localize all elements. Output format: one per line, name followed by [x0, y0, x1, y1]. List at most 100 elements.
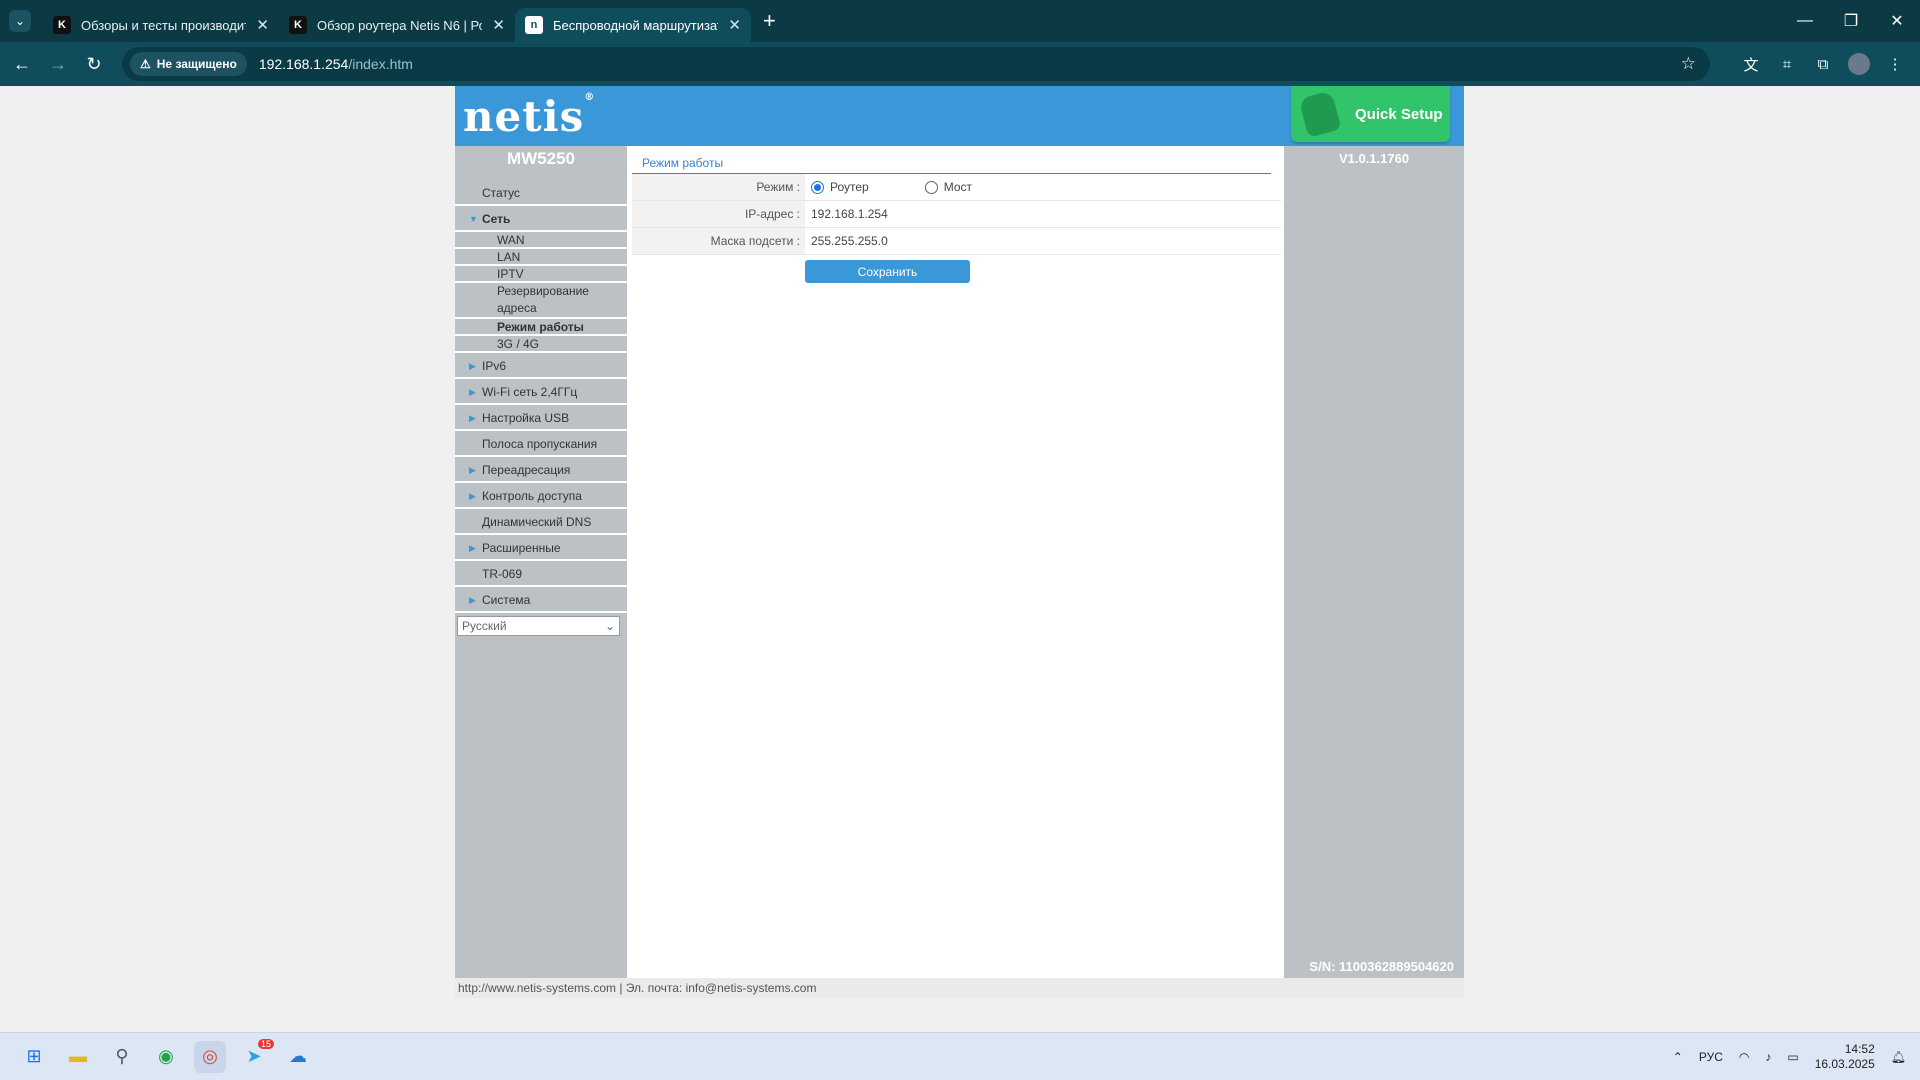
footer: http://www.netis-systems.com | Эл. почта… — [455, 978, 1464, 998]
chevron-right-icon: ▶ — [469, 491, 476, 501]
url-host: 192.168.1.254 — [258, 56, 349, 72]
menu-tr069[interactable]: TR-069 — [455, 561, 627, 587]
restore-icon[interactable]: ❐ — [1828, 0, 1874, 42]
menu-forwarding[interactable]: ▶ Переадресация — [455, 457, 627, 483]
notification-bell-icon[interactable]: 🔔︎ — [1891, 1050, 1906, 1064]
tab-search-button[interactable]: ⌄ — [9, 10, 31, 32]
tab-favicon: K — [53, 16, 71, 34]
ip-label: IP-адрес : — [632, 201, 805, 227]
close-icon[interactable]: ✕ — [256, 16, 269, 34]
quick-setup-button[interactable]: Quick Setup — [1291, 86, 1450, 142]
clock[interactable]: 14:52 16.03.2025 — [1815, 1042, 1875, 1072]
search-app-icon[interactable]: ⚲ — [106, 1041, 138, 1073]
taskbar: ⊞ ▬ ⚲ ◉ ◎ ➤ 15 ☁ ⌃ РУС ◠ ♪ ▭ 14:52 16.03.… — [0, 1032, 1920, 1080]
security-label: Не защищено — [156, 57, 237, 71]
mask-row: Маска подсети : 255.255.255.0 — [632, 228, 1281, 255]
telegram-icon[interactable]: ➤ 15 — [238, 1038, 274, 1073]
window-close-icon[interactable]: ✕ — [1874, 0, 1920, 42]
date: 16.03.2025 — [1814, 1057, 1875, 1071]
file-explorer-icon[interactable]: ▬ — [62, 1041, 94, 1073]
radio-router-label[interactable]: Роутер — [830, 180, 869, 194]
input-language[interactable]: РУС — [1699, 1050, 1723, 1064]
time: 14:52 — [1844, 1042, 1875, 1056]
minimize-icon[interactable]: — — [1782, 0, 1828, 42]
submenu-address-reservation[interactable]: Резервирование адреса — [455, 283, 627, 319]
section-title: Режим работы — [632, 152, 1271, 174]
security-chip[interactable]: ⚠ Не защищено — [130, 52, 247, 76]
cloud-app-icon[interactable]: ☁ — [282, 1041, 314, 1073]
submenu-lan[interactable]: LAN — [455, 249, 627, 266]
language-select[interactable]: Русский ⌄ — [457, 616, 620, 636]
back-icon[interactable]: ← — [4, 54, 40, 75]
tab-title: Беспроводной маршрутизатор — [553, 17, 718, 33]
close-icon[interactable]: ✕ — [492, 16, 505, 34]
sidebar: MW5250 Статус ▼ Сеть WAN LAN IPTV Резерви… — [455, 146, 627, 978]
menu-access-control[interactable]: ▶ Контроль доступа — [455, 483, 627, 509]
extension-icon[interactable]: ⌗ — [1776, 53, 1798, 75]
reload-icon[interactable]: ↻ — [76, 54, 112, 75]
chrome-icon[interactable]: ◎ — [194, 1040, 226, 1073]
hand-icon — [1298, 90, 1342, 138]
router-header: netis® Quick Setup — [455, 86, 1464, 146]
ip-value: 192.168.1.254 — [811, 207, 888, 221]
chevron-up-icon[interactable]: ⌃ — [1673, 1050, 1683, 1064]
submenu-iptv[interactable]: IPTV — [455, 266, 627, 283]
address-bar[interactable]: ⚠ Не защищено 192.168.1.254/index.htm ☆ — [122, 47, 1710, 81]
whatsapp-icon[interactable]: ◉ — [150, 1041, 182, 1073]
language-value: Русский — [462, 619, 507, 633]
chevron-right-icon: ▶ — [469, 465, 476, 475]
menu-system[interactable]: ▶ Система — [455, 587, 627, 613]
menu-advanced[interactable]: ▶ Расширенные — [455, 535, 627, 561]
menu-kebab-icon[interactable]: ⋮ — [1884, 53, 1906, 75]
radio-router[interactable] — [811, 180, 824, 194]
menu-ddns[interactable]: Динамический DNS — [455, 509, 627, 535]
bookmark-star-icon[interactable]: ☆ — [1681, 54, 1696, 74]
menu-status[interactable]: Статус — [455, 180, 627, 206]
url-path: /index.htm — [348, 56, 413, 72]
chevron-down-icon: ⌄ — [604, 619, 615, 633]
tab-title: Обзоры и тесты производите — [81, 17, 247, 33]
menu-ipv6[interactable]: ▶ IPv6 — [455, 353, 627, 379]
browser-tab-3[interactable]: n Беспроводной маршрутизатор ✕ — [515, 8, 751, 42]
chevron-right-icon: ▶ — [469, 595, 476, 605]
translate-icon[interactable]: 文 — [1740, 53, 1762, 75]
warning-icon: ⚠ — [140, 57, 151, 71]
start-button[interactable]: ⊞ — [18, 1041, 50, 1073]
serial-number: S/N: 1100362889504620 — [1309, 959, 1454, 974]
browser-tab-2[interactable]: K Обзор роутера Netis N6 | Роу ✕ — [279, 8, 515, 42]
submenu-wan[interactable]: WAN — [455, 232, 627, 249]
new-tab-button[interactable]: + — [763, 8, 776, 34]
page-content: netis® Quick Setup MW5250 Статус ▼ Сеть W… — [0, 86, 1920, 1032]
quick-setup-label: Quick Setup — [1355, 105, 1443, 123]
main-panel: Режим работы Режим : Роутер Мост IP-адре… — [627, 146, 1284, 978]
save-button[interactable]: Сохранить — [805, 260, 970, 283]
submenu-3g4g[interactable]: 3G / 4G — [455, 336, 627, 353]
radio-bridge[interactable] — [924, 180, 938, 194]
info-panel: V1.0.1.1760 S/N: 1100362889504620 — [1284, 146, 1464, 978]
router-admin: netis® Quick Setup MW5250 Статус ▼ Сеть W… — [455, 86, 1464, 998]
menu-usb[interactable]: ▶ Настройка USB — [455, 405, 627, 431]
window-controls: — ❐ ✕ — [1782, 0, 1920, 42]
volume-icon[interactable]: ♪ — [1765, 1050, 1771, 1064]
tab-title: Обзор роутера Netis N6 | Роу — [317, 17, 483, 33]
puzzle-icon[interactable]: ⧉ — [1812, 53, 1834, 75]
firmware-version: V1.0.1.1760 — [1338, 151, 1410, 166]
menu-network[interactable]: ▼ Сеть — [455, 206, 627, 232]
menu-bandwidth[interactable]: Полоса пропускания — [455, 431, 627, 457]
tab-favicon: K — [289, 16, 307, 34]
menu-wifi[interactable]: ▶ Wi-Fi сеть 2,4ГГц — [455, 379, 627, 405]
close-icon[interactable]: ✕ — [728, 16, 741, 34]
profile-avatar[interactable] — [1848, 53, 1870, 75]
radio-bridge-label[interactable]: Мост — [944, 180, 972, 194]
browser-tab-1[interactable]: K Обзоры и тесты производите ✕ — [43, 8, 279, 42]
forward-icon[interactable]: → — [40, 54, 76, 75]
chevron-down-icon: ▼ — [469, 214, 478, 224]
chevron-right-icon: ▶ — [469, 387, 476, 397]
battery-icon[interactable]: ▭ — [1787, 1050, 1798, 1064]
submenu-operation-mode[interactable]: Режим работы — [455, 319, 627, 336]
mode-label: Режим : — [632, 174, 805, 200]
wifi-icon[interactable]: ◠ — [1739, 1050, 1749, 1064]
mask-label: Маска подсети : — [632, 228, 805, 254]
ip-row: IP-адрес : 192.168.1.254 — [632, 201, 1281, 228]
system-tray: ⌃ РУС ◠ ♪ ▭ 14:52 16.03.2025 🔔︎ — [1673, 1033, 1906, 1080]
